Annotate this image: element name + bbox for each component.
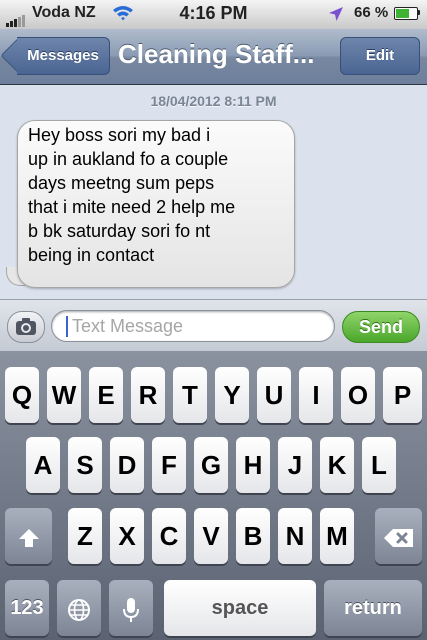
message-timestamp: 18/04/2012 8:11 PM (150, 93, 277, 109)
conversation-title: Cleaning Staff... (118, 39, 315, 69)
key-e[interactable]: E (89, 367, 123, 423)
navigation-bar: Messages Cleaning Staff... Edit (0, 29, 427, 85)
text-caret (66, 316, 68, 337)
return-key[interactable]: return (324, 580, 422, 636)
location-arrow-icon (329, 7, 343, 21)
key-r[interactable]: R (131, 367, 165, 423)
key-c[interactable]: C (152, 508, 186, 564)
back-button[interactable]: Messages (17, 37, 110, 75)
globe-icon (68, 599, 90, 622)
message-input[interactable]: Text Message (51, 310, 335, 342)
compose-bar: Text Message Send (0, 299, 427, 352)
battery-level-fill (396, 9, 409, 18)
dictation-key[interactable] (109, 580, 153, 636)
key-g[interactable]: G (194, 437, 228, 493)
shift-key[interactable] (5, 508, 52, 564)
edit-button[interactable]: Edit (340, 37, 420, 75)
shift-arrow-icon (18, 529, 39, 548)
key-y[interactable]: Y (215, 367, 249, 423)
key-s[interactable]: S (68, 437, 102, 493)
status-bar: Voda NZ 4:16 PM 66 % (0, 0, 427, 30)
globe-key[interactable] (57, 580, 101, 636)
key-b[interactable]: B (236, 508, 270, 564)
key-z[interactable]: Z (68, 508, 102, 564)
key-u[interactable]: U (257, 367, 291, 423)
key-k[interactable]: K (320, 437, 354, 493)
key-v[interactable]: V (194, 508, 228, 564)
key-i[interactable]: I (299, 367, 333, 423)
message-thread[interactable]: 18/04/2012 8:11 PM Hey boss sori my bad … (0, 85, 427, 299)
key-m[interactable]: M (320, 508, 354, 564)
keyboard: Q W E R T Y U I O P A S D F G H J K L Z … (0, 351, 427, 640)
key-h[interactable]: H (236, 437, 270, 493)
microphone-icon (123, 598, 139, 623)
key-q[interactable]: Q (5, 367, 39, 423)
key-p[interactable]: P (383, 367, 422, 423)
key-j[interactable]: J (278, 437, 312, 493)
numbers-key[interactable]: 123 (5, 580, 49, 636)
camera-button[interactable] (7, 311, 45, 343)
battery-cap (417, 10, 420, 15)
key-l[interactable]: L (362, 437, 396, 493)
battery-percent: 66 % (354, 4, 389, 21)
key-n[interactable]: N (278, 508, 312, 564)
space-bar[interactable]: space (164, 580, 316, 636)
backspace-icon (383, 529, 413, 548)
message-input-placeholder: Text Message (72, 316, 184, 336)
key-t[interactable]: T (173, 367, 207, 423)
key-w[interactable]: W (47, 367, 81, 423)
key-a[interactable]: A (26, 437, 60, 493)
battery-icon (394, 7, 418, 20)
camera-icon (16, 318, 36, 335)
delete-key[interactable] (375, 508, 422, 564)
key-o[interactable]: O (341, 367, 375, 423)
send-button[interactable]: Send (342, 311, 420, 343)
key-f[interactable]: F (152, 437, 186, 493)
key-d[interactable]: D (110, 437, 144, 493)
message-text: Hey boss sori my bad i up in aukland fo … (28, 125, 236, 265)
key-x[interactable]: X (110, 508, 144, 564)
